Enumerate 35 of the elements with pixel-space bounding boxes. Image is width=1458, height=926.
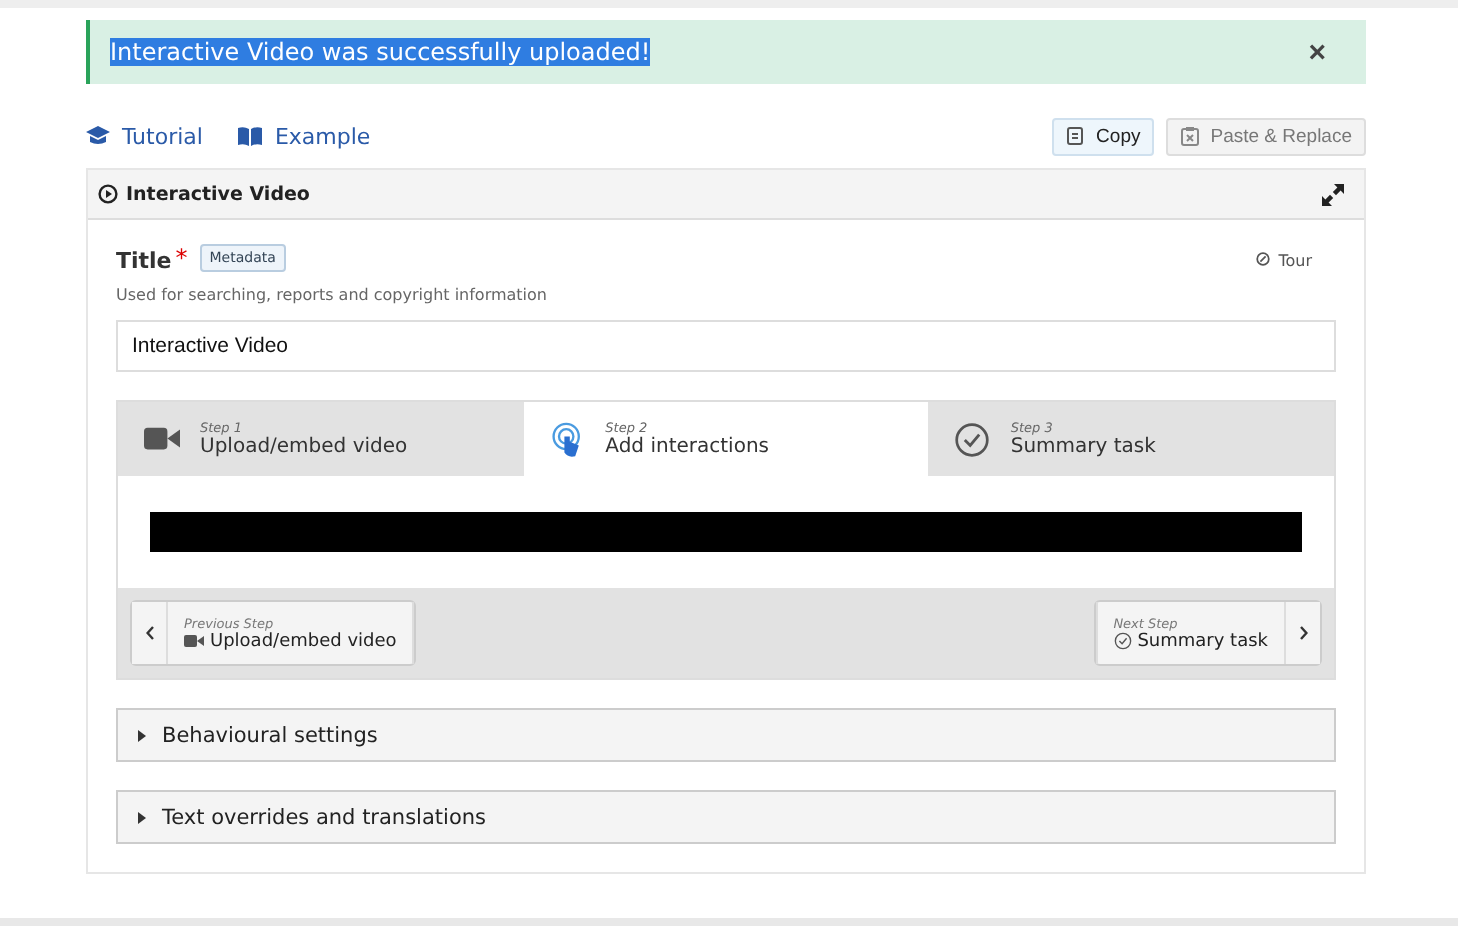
- expand-icon[interactable]: [1322, 183, 1344, 205]
- section-label: Behavioural settings: [162, 723, 378, 747]
- section-label: Text overrides and translations: [162, 805, 486, 829]
- required-mark: *: [175, 248, 188, 268]
- close-button[interactable]: ×: [1308, 35, 1326, 69]
- panel-title-text: Interactive Video: [126, 183, 310, 205]
- caret-icon: [138, 729, 146, 741]
- book-icon: [238, 126, 263, 146]
- field-label: Title: [116, 248, 172, 274]
- settings-section[interactable]: Text overrides and translations: [116, 790, 1336, 844]
- play-circle-icon: [98, 184, 118, 204]
- nav-label: Upload/embed video: [210, 631, 397, 651]
- help-link[interactable]: Example: [238, 123, 371, 149]
- step-label: Upload/embed video: [200, 436, 408, 458]
- copy-button[interactable]: Copy: [1052, 117, 1155, 155]
- nav-label: Summary task: [1137, 631, 1268, 651]
- step-label: Add interactions: [605, 436, 770, 458]
- graduation-cap-icon: [86, 126, 110, 146]
- video-camera-icon: [184, 634, 204, 648]
- clipboard-icon: [1180, 126, 1201, 146]
- step-label: Summary task: [1010, 436, 1156, 458]
- field-description: Used for searching, reports and copyright information: [116, 286, 549, 304]
- help-link[interactable]: Tutorial: [86, 123, 203, 149]
- check-circle-icon: [954, 421, 991, 457]
- chevron-left-icon: [145, 626, 153, 640]
- chevron-right-icon: [1299, 626, 1307, 640]
- check-circle-icon: [1113, 632, 1132, 650]
- settings-section[interactable]: Behavioural settings: [116, 708, 1336, 762]
- video-camera-icon: [144, 426, 180, 452]
- title-input[interactable]: Interactive Video: [116, 320, 1336, 372]
- caret-icon: [138, 811, 146, 823]
- touch-icon: [549, 421, 586, 457]
- tour-link[interactable]: Tour: [1256, 252, 1312, 270]
- notice-text: Interactive Video was successfully uploaded!: [110, 38, 651, 66]
- copy-icon: [1066, 126, 1087, 146]
